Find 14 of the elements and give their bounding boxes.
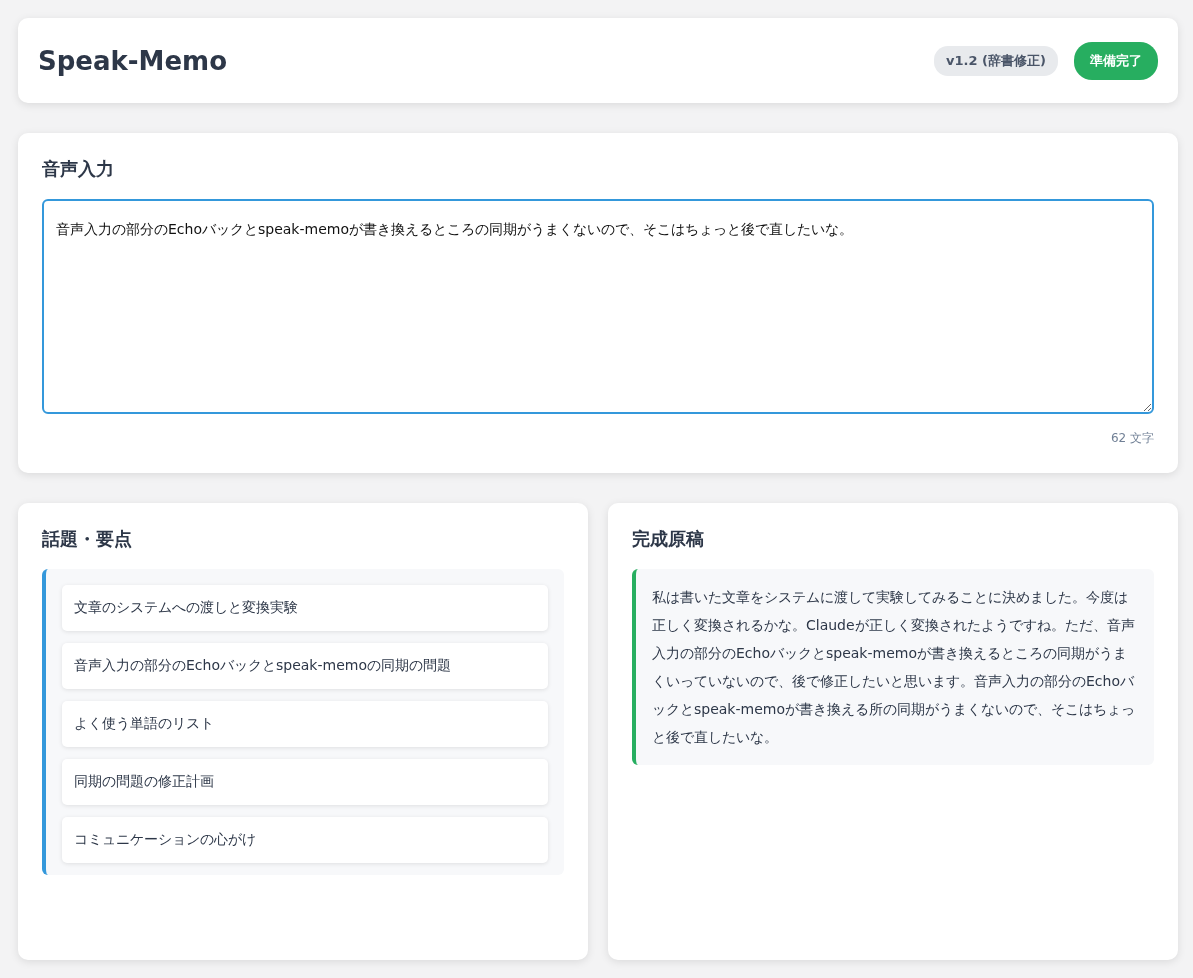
topic-item[interactable]: 同期の問題の修正計画 (62, 759, 548, 805)
topic-item[interactable]: よく使う単語のリスト (62, 701, 548, 747)
section-title: 話題・要点 (42, 527, 133, 551)
topic-item[interactable]: 音声入力の部分のEchoバックとspeak-memoの同期の問題 (62, 643, 548, 689)
status-badge: 準備完了 (1074, 41, 1158, 80)
app-title: Speak-Memo (38, 45, 228, 76)
character-count: 62 文字 (1110, 430, 1154, 447)
version-badge: v1.2 (辞書修正) (934, 45, 1058, 76)
input-field[interactable]: 音声入力の部分のEchoバックとspeak-memoが書き換えるところの同期がうまくないので、そこはちょっと後で直したいな。 (42, 199, 1154, 414)
topic-item[interactable]: コミュニケーションの心がけ (62, 817, 548, 863)
topic-item[interactable]: 文章のシステムへの渡しと変換実験 (62, 585, 548, 631)
section-title: 音声入力 (42, 157, 115, 181)
draft-text: 私は書いた文章をシステムに渡して実験してみることに決めました。今度は正しく変換されるかな。Claudeが正しく変換されたようですね。ただ、音声入力の部分のEchoバックとspeak-memoが書き換えるところの同期がうまくいっていないので、後で修正したいと思います。音声入力の部分のEchoバックとspeak-memoが書き換える所の同期がうまくないので、そこはちょっと後で直したいな。 (632, 569, 1154, 765)
section-title: 完成原稿 (632, 527, 705, 551)
